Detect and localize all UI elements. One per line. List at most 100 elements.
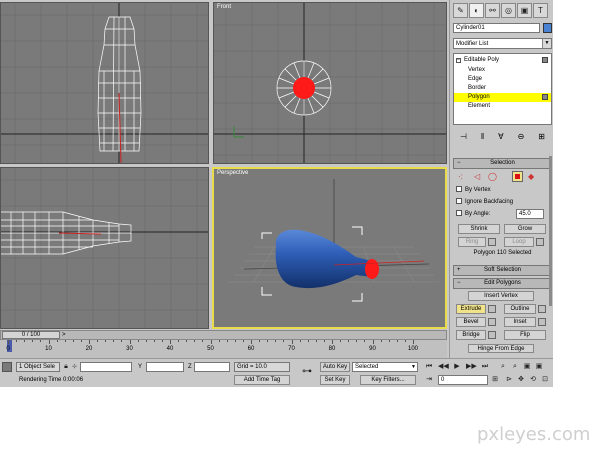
play-icon[interactable]: ▶ <box>452 362 462 372</box>
border-mode-icon[interactable]: ◯ <box>488 172 497 181</box>
shrink-button[interactable]: Shrink <box>458 224 500 234</box>
current-frame-field[interactable]: 0 <box>438 375 488 385</box>
edge-mode-icon[interactable]: ◁ <box>474 172 480 181</box>
viewport-front-grid <box>214 3 446 163</box>
loop-button[interactable]: Loop <box>504 237 534 247</box>
track-bar-minor-tick <box>388 340 390 342</box>
z-coordinate-field[interactable] <box>194 362 230 372</box>
grow-button[interactable]: Grow <box>504 224 546 234</box>
track-bar[interactable]: 0 10 20 30 40 50 60 70 80 90 100 <box>0 340 447 358</box>
previous-frame-icon[interactable]: ◀◀ <box>438 362 449 372</box>
time-slider[interactable]: 0 / 100 > <box>0 330 447 340</box>
bevel-settings-button[interactable] <box>488 318 496 326</box>
viewport-front[interactable]: Front <box>213 2 447 164</box>
create-icon[interactable]: ✎ <box>453 3 468 18</box>
max-script-icon[interactable] <box>2 362 12 372</box>
configure-sets-icon[interactable]: ⊞ <box>538 132 545 141</box>
stack-toggle-icon[interactable] <box>542 94 548 100</box>
track-bar-minor-tick <box>186 340 188 342</box>
chevron-down-icon[interactable]: ▼ <box>411 363 416 372</box>
stack-item-edge[interactable]: Edge <box>454 75 551 84</box>
inset-settings-button[interactable] <box>538 318 546 326</box>
stack-toggle-icon[interactable] <box>542 57 548 63</box>
outline-button[interactable]: Outline <box>504 304 536 314</box>
vertex-mode-icon[interactable]: ·: <box>458 172 463 181</box>
key-mode-toggle-icon[interactable]: ⇥ <box>424 375 434 385</box>
loop-spinner[interactable] <box>536 238 544 246</box>
element-mode-icon[interactable]: ◆ <box>528 172 534 181</box>
remove-modifier-icon[interactable]: ⊖ <box>518 132 525 141</box>
pin-stack-icon[interactable]: ⊣ <box>460 132 467 141</box>
utilities-icon[interactable]: T <box>533 3 548 18</box>
soft-selection-rollout-header[interactable]: + Soft Selection <box>453 265 552 276</box>
go-to-start-icon[interactable]: ⏮︎ <box>424 362 434 372</box>
angle-spinner[interactable]: 45.0 <box>516 209 544 219</box>
go-to-end-icon[interactable]: ⏭︎ <box>480 362 490 372</box>
viewport-perspective[interactable]: Perspective <box>212 167 447 329</box>
bridge-settings-button[interactable] <box>488 331 496 339</box>
ring-button[interactable]: Ring <box>458 237 486 247</box>
hinge-from-edge-button[interactable]: Hinge From Edge <box>468 344 534 353</box>
add-time-tag-button[interactable]: Add Time Tag <box>234 375 290 385</box>
viewport-front-label[interactable]: Front <box>217 4 231 10</box>
display-icon[interactable]: ▣ <box>517 3 532 18</box>
stack-item-border[interactable]: Border <box>454 84 551 93</box>
modifier-list-dropdown[interactable]: Modifier List ▼ <box>453 38 552 49</box>
selection-rollout-header[interactable]: − Selection <box>453 158 552 169</box>
bevel-button[interactable]: Bevel <box>456 317 486 327</box>
arc-rotate-icon[interactable]: ⟲ <box>528 375 538 385</box>
zoom-extents-all-icon[interactable]: ▣ <box>534 362 544 372</box>
stack-item-element[interactable]: Element <box>454 102 551 111</box>
modify-icon[interactable]: ◐ <box>469 3 484 18</box>
inset-button[interactable]: Inset <box>504 317 536 327</box>
by-vertex-checkbox[interactable]: By Vertex <box>456 186 491 195</box>
maximize-viewport-icon[interactable]: ⊡ <box>540 375 550 385</box>
motion-icon[interactable]: ◎ <box>501 3 516 18</box>
extrude-settings-button[interactable] <box>488 305 496 313</box>
insert-vertex-button[interactable]: Insert Vertex <box>468 291 534 301</box>
stack-item-editable-poly[interactable]: − Editable Poly <box>454 56 551 65</box>
track-bar-minor-tick <box>315 340 317 342</box>
time-configuration-icon[interactable]: ⊞ <box>490 375 500 385</box>
hierarchy-icon[interactable]: ⚯ <box>485 3 500 18</box>
object-name-field[interactable]: Cylinder01 <box>453 23 540 33</box>
outline-settings-button[interactable] <box>538 305 546 313</box>
x-coordinate-field[interactable] <box>80 362 132 372</box>
zoom-extents-icon[interactable]: ▣ <box>522 362 532 372</box>
key-icon[interactable]: ⊶ <box>298 367 316 377</box>
make-unique-icon[interactable]: ∀ <box>498 132 503 141</box>
flip-button[interactable]: Flip <box>504 330 546 340</box>
extrude-button[interactable]: Extrude <box>456 304 486 314</box>
lock-selection-icon[interactable]: 🔒︎ <box>61 362 71 372</box>
set-key-button[interactable]: Set Key <box>320 375 350 385</box>
pan-icon[interactable]: ✥ <box>516 375 526 385</box>
key-mode-dropdown[interactable]: Selected ▼ <box>352 362 418 372</box>
track-bar-tick-label: 50 <box>207 346 214 352</box>
by-angle-checkbox[interactable]: By Angle: <box>456 210 490 219</box>
auto-key-button[interactable]: Auto Key <box>320 362 350 372</box>
viewport-left[interactable] <box>0 167 209 329</box>
key-filters-button[interactable]: Key Filters... <box>360 375 416 385</box>
stack-item-vertex[interactable]: Vertex <box>454 66 551 75</box>
next-frame-icon[interactable]: ▶▶ <box>466 362 477 372</box>
edit-polygons-rollout-header[interactable]: − Edit Polygons <box>453 278 552 289</box>
viewport-perspective-label[interactable]: Perspective <box>217 170 248 176</box>
object-color-swatch[interactable] <box>543 23 552 33</box>
zoom-icon[interactable]: ⌕ <box>498 362 508 372</box>
polygon-mode-icon[interactable] <box>512 171 523 182</box>
next-frame-arrow-icon[interactable]: > <box>62 331 66 339</box>
zoom-all-icon[interactable]: ⌕ <box>510 362 520 372</box>
show-end-result-icon[interactable]: ‖ <box>481 132 484 141</box>
ring-spinner[interactable] <box>488 238 496 246</box>
bridge-button[interactable]: Bridge <box>456 330 486 340</box>
ignore-backfacing-checkbox[interactable]: Ignore Backfacing <box>456 198 513 207</box>
y-coordinate-field[interactable] <box>146 362 184 372</box>
stack-item-polygon[interactable]: Polygon <box>454 93 551 102</box>
chevron-down-icon[interactable]: ▼ <box>542 39 551 48</box>
collapse-icon[interactable]: − <box>456 58 461 63</box>
field-of-view-icon[interactable]: ⊳ <box>504 375 514 385</box>
track-bar-minor-tick <box>80 340 82 342</box>
time-slider-thumb[interactable]: 0 / 100 <box>2 331 60 339</box>
command-panel-scrollbar[interactable] <box>549 156 552 306</box>
viewport-top[interactable] <box>0 2 209 164</box>
